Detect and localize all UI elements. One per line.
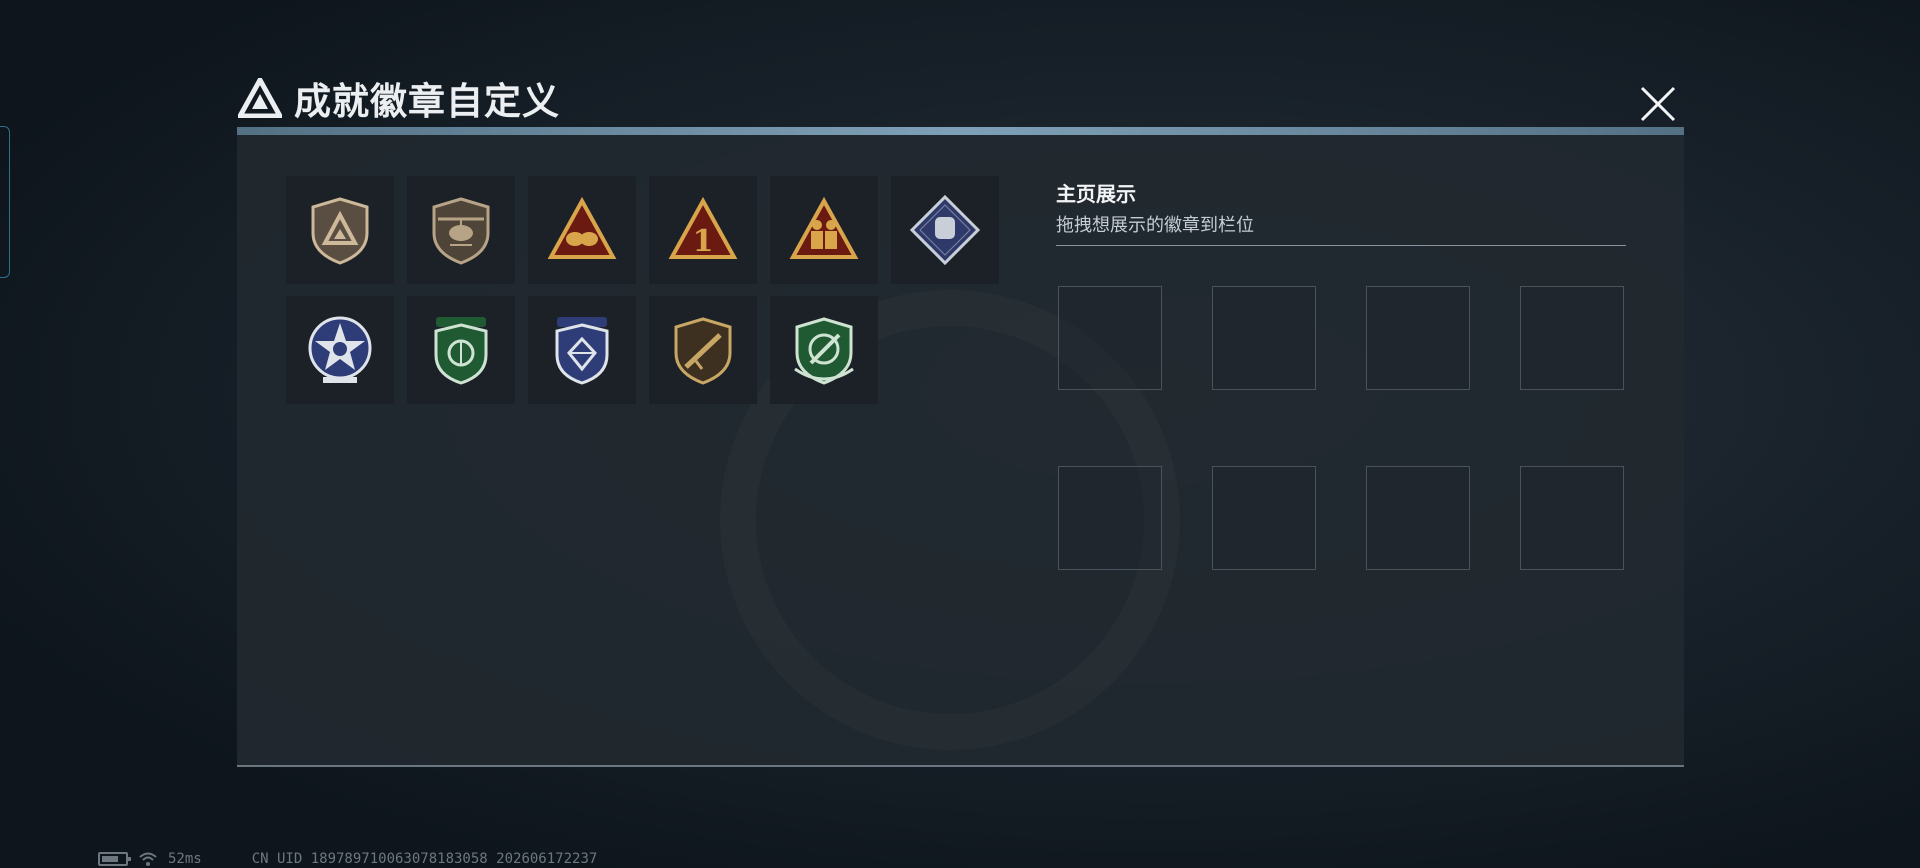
left-side-tab[interactable] — [0, 126, 10, 278]
status-bar: 52ms CN UID 1897897100630781830​58 20260… — [98, 850, 597, 868]
showcase-slot[interactable] — [1366, 466, 1470, 570]
showcase-subtitle: 拖拽想展示的徽章到栏位 — [1056, 215, 1254, 236]
soldiers-triangle-badge-icon — [789, 196, 859, 259]
badge-item-fist-diamond-badge[interactable] — [891, 176, 999, 284]
showcase-title: 主页展示 — [1056, 182, 1136, 206]
badge-item-triangle-logo-badge[interactable] — [286, 176, 394, 284]
showcase-slot-grid — [1058, 286, 1624, 570]
badge-item-number-one-badge[interactable]: 1 — [649, 176, 757, 284]
showcase-slot[interactable] — [1212, 466, 1316, 570]
triangle-logo-badge-icon — [311, 197, 369, 265]
ping-value: 52ms — [168, 851, 202, 867]
showcase-slot[interactable] — [1212, 286, 1316, 390]
dialog-title-row: 成就徽章自定义 — [238, 72, 560, 124]
wifi-icon — [139, 852, 157, 866]
showcase-slot[interactable] — [1520, 466, 1624, 570]
showcase-slot[interactable] — [1058, 286, 1162, 390]
showcase-slot[interactable] — [1520, 286, 1624, 390]
dialog-header-bar — [237, 127, 1684, 135]
close-button[interactable] — [1636, 84, 1680, 124]
badge-item-rifle-shield-badge[interactable] — [649, 296, 757, 404]
showcase-slot[interactable] — [1366, 286, 1470, 390]
diamond-shield-badge-icon — [555, 317, 609, 385]
showcase-divider — [1056, 245, 1626, 246]
uid-text: CN UID 1897897100630781830​58 2026061722… — [251, 851, 598, 867]
badge-item-diamond-shield-badge[interactable] — [528, 296, 636, 404]
rifle-shield-badge-icon — [674, 317, 732, 385]
hands-triangle-badge-icon — [547, 196, 617, 259]
badge-item-star-wreath-badge[interactable] — [286, 296, 394, 404]
green-shield-badge-icon — [434, 317, 488, 385]
showcase-slot[interactable] — [1058, 466, 1162, 570]
badge-item-crosshair-shield-badge[interactable] — [770, 296, 878, 404]
crosshair-shield-badge-icon — [794, 317, 854, 385]
stage: 成就徽章自定义 1 主页展示 拖拽想展示的徽章到栏位 52ms CN UID 1… — [0, 0, 1920, 868]
helicopter-badge-icon — [432, 197, 490, 265]
dialog-title: 成就徽章自定义 — [294, 80, 560, 123]
battery-icon — [98, 852, 131, 866]
badge-inventory-grid: 1 — [286, 176, 999, 404]
badge-item-hands-triangle-badge[interactable] — [528, 176, 636, 284]
fist-diamond-badge-icon — [909, 194, 981, 266]
badge-item-helicopter-badge[interactable] — [407, 176, 515, 284]
triangle-logo-icon — [238, 78, 282, 118]
svg-text:1: 1 — [693, 224, 714, 259]
star-wreath-badge-icon — [308, 316, 372, 383]
number-one-badge-icon: 1 — [668, 196, 738, 259]
badge-item-soldiers-triangle-badge[interactable] — [770, 176, 878, 284]
badge-item-green-shield-badge[interactable] — [407, 296, 515, 404]
